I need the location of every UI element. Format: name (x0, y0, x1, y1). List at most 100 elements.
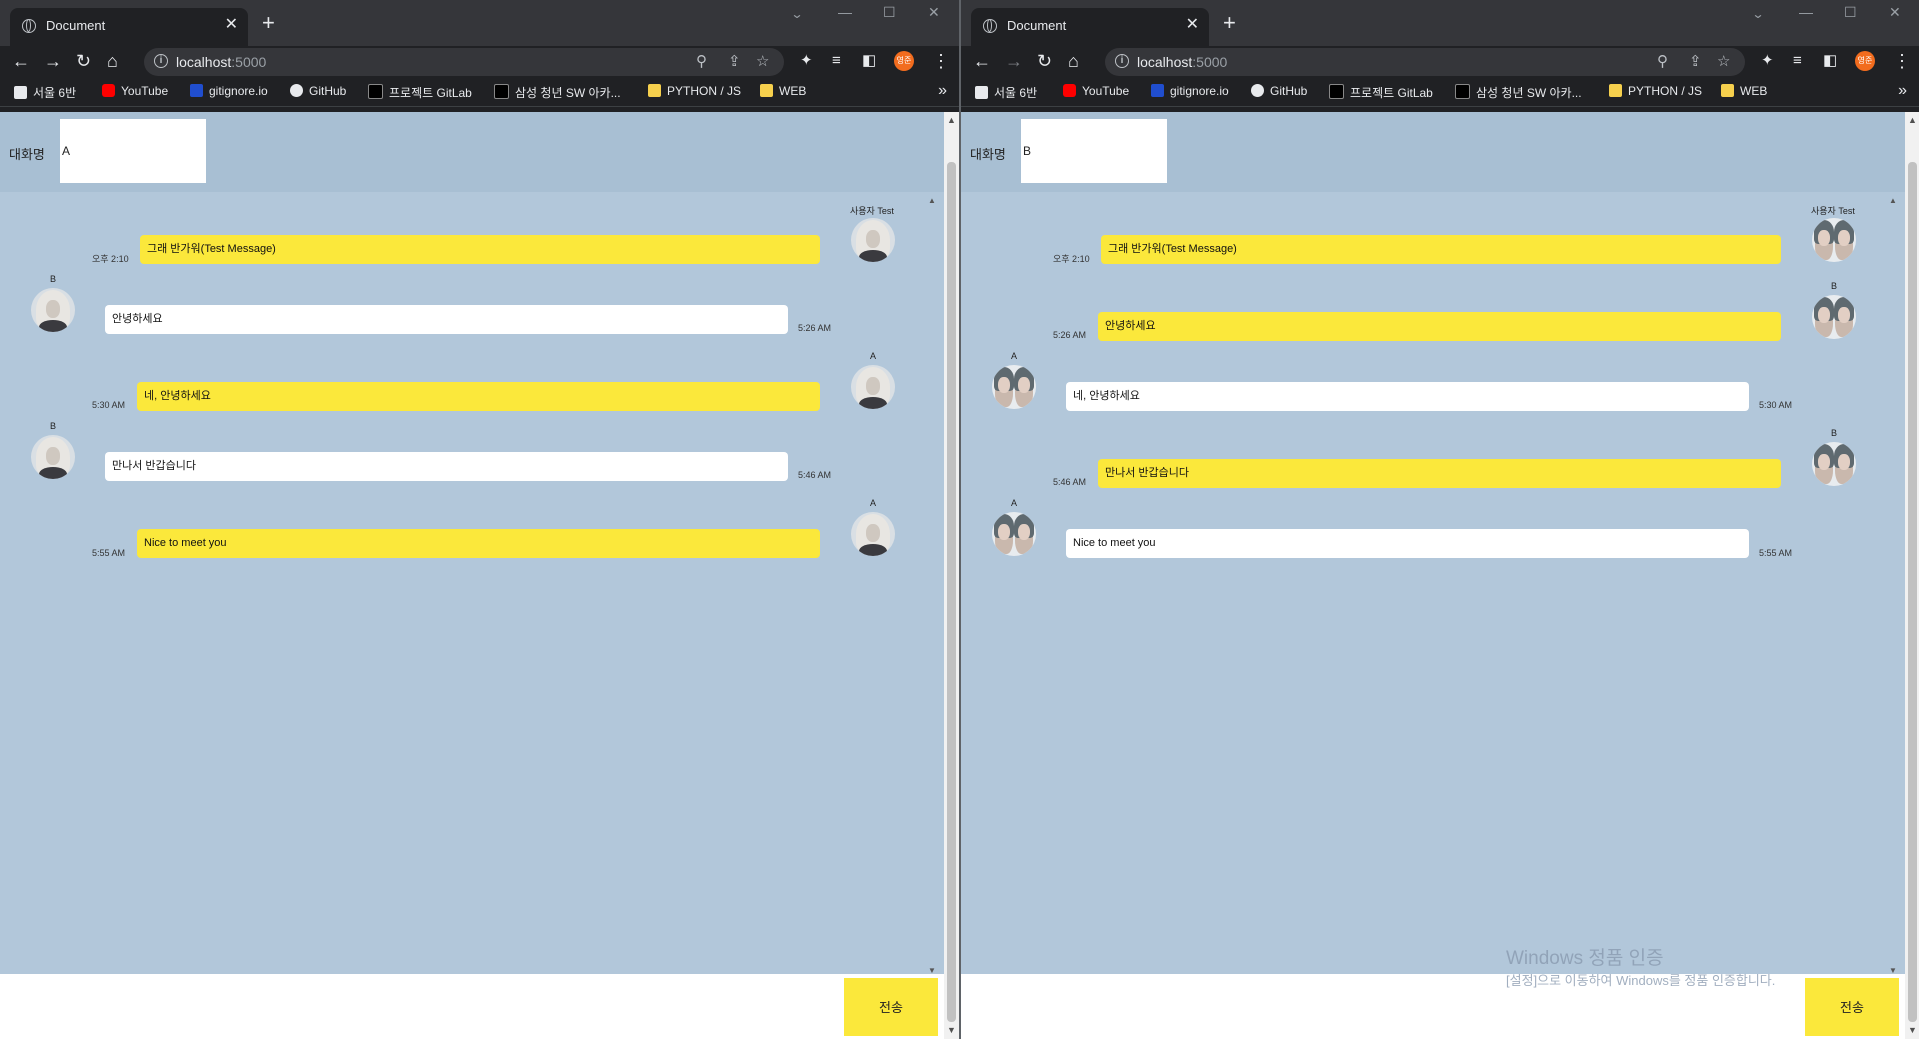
avatar (992, 512, 1036, 556)
samsung-icon (494, 84, 509, 99)
bookmark-gitignore[interactable]: gitignore.io (190, 84, 268, 98)
close-icon[interactable]: ✕ (225, 16, 238, 34)
chat-page: 대화명 A 사용자 Test 그래 반가워(Test Message) 오후 2… (0, 112, 944, 1039)
folder-icon (1609, 84, 1622, 97)
profile-avatar[interactable]: 영준 (1855, 51, 1875, 71)
minimize-button[interactable]: — (1799, 4, 1813, 20)
tab-document[interactable]: Document ✕ (10, 8, 248, 46)
scroll-down-icon[interactable]: ▼ (1908, 1025, 1917, 1035)
bookmark-gitlab[interactable]: 프로젝트 GitLab (1329, 84, 1433, 101)
avatar (31, 435, 75, 479)
nickname-input[interactable]: B (1021, 119, 1167, 183)
bookmark-gitlab[interactable]: 프로젝트 GitLab (368, 84, 472, 101)
bookmark-web[interactable]: WEB (1721, 84, 1767, 98)
send-button[interactable]: 전송 (844, 978, 938, 1036)
side-panel-icon[interactable]: ◧ (1823, 49, 1837, 73)
reload-icon[interactable]: ↻ (76, 49, 91, 73)
minimize-button[interactable]: — (838, 4, 852, 20)
bookmark-youtube[interactable]: YouTube (1063, 84, 1129, 98)
scroll-up-icon[interactable]: ▲ (947, 115, 956, 125)
sender-name: B (1831, 281, 1838, 291)
gitignore-icon (190, 84, 203, 97)
media-icon[interactable]: ≡ (1793, 49, 1802, 73)
bookmark-python[interactable]: PYTHON / JS (1609, 84, 1702, 98)
bookmark-web[interactable]: WEB (760, 84, 806, 98)
scrollbar-thumb[interactable] (947, 162, 956, 1022)
zoom-icon[interactable]: ⚲ (696, 52, 707, 70)
message-scrollbar[interactable]: ▲ ▼ (1887, 196, 1899, 976)
chevron-down-icon[interactable]: ⌄ (1751, 7, 1764, 21)
share-icon[interactable]: ⇪ (1689, 52, 1702, 70)
message-list: 사용자 Test 그래 반가워(Test Message) 오후 2:10 B … (0, 192, 944, 972)
browser-window-b: Document ✕ + ⌄ — ☐ ✕ ← → ↻ ⌂ i localhost… (961, 0, 1919, 1039)
home-icon[interactable]: ⌂ (1068, 49, 1079, 73)
bookmark-gitignore[interactable]: gitignore.io (1151, 84, 1229, 98)
more-bookmarks-icon[interactable]: » (938, 82, 947, 100)
reload-icon[interactable]: ↻ (1037, 49, 1052, 73)
info-icon[interactable]: i (154, 54, 168, 68)
bookmark-github[interactable]: GitHub (1251, 84, 1307, 98)
extensions-icon[interactable]: ✦ (800, 49, 813, 73)
message-time: 5:26 AM (798, 323, 832, 333)
chat-header: 대화명 A (0, 112, 944, 192)
message-scrollbar[interactable]: ▲ ▼ (926, 196, 938, 976)
bookmark-python[interactable]: PYTHON / JS (648, 84, 741, 98)
bookmark-samsung[interactable]: 삼성 청년 SW 아카... (1455, 84, 1582, 101)
forward-arrow-icon[interactable]: → (44, 49, 62, 73)
maximize-button[interactable]: ☐ (883, 4, 896, 21)
bookmark-samsung[interactable]: 삼성 청년 SW 아카... (494, 84, 621, 101)
windows-activation-title: Windows 정품 인증 (1506, 948, 1664, 969)
extensions-icon[interactable]: ✦ (1761, 49, 1774, 73)
chat-footer: 전송 (0, 974, 944, 1039)
scroll-down-icon[interactable]: ▼ (947, 1025, 956, 1035)
tab-title: Document (1007, 18, 1067, 33)
tab-document[interactable]: Document ✕ (971, 8, 1209, 46)
new-tab-button[interactable]: + (1223, 12, 1236, 34)
menu-icon[interactable]: ⋮ (932, 49, 950, 73)
page-scrollbar[interactable]: ▲ ▼ (1905, 112, 1919, 1039)
github-icon (290, 84, 303, 97)
chevron-down-icon[interactable]: ⌄ (790, 7, 803, 21)
profile-avatar[interactable]: 영준 (894, 51, 914, 71)
message-time: 5:30 AM (92, 400, 126, 410)
star-icon[interactable]: ☆ (756, 52, 769, 70)
home-icon[interactable]: ⌂ (107, 49, 118, 73)
maximize-button[interactable]: ☐ (1844, 4, 1857, 21)
side-panel-icon[interactable]: ◧ (862, 49, 876, 73)
avatar (851, 365, 895, 409)
bookmark-youtube[interactable]: YouTube (102, 84, 168, 98)
share-icon[interactable]: ⇪ (728, 52, 741, 70)
scrollbar-thumb[interactable] (1908, 162, 1917, 1022)
sender-name: A (1011, 498, 1018, 508)
address-bar[interactable]: i localhost:5000 ⚲ ⇪ ☆ (144, 48, 784, 76)
info-icon[interactable]: i (1115, 54, 1129, 68)
bookmark-github[interactable]: GitHub (290, 84, 346, 98)
toolbar: ← → ↻ ⌂ i localhost:5000 ⚲ ⇪ ☆ ✦ ≡ ◧ 영준 … (961, 46, 1919, 76)
close-icon[interactable]: ✕ (1186, 16, 1199, 34)
more-bookmarks-icon[interactable]: » (1898, 82, 1907, 100)
back-arrow-icon[interactable]: ← (973, 49, 991, 73)
message-time: 5:55 AM (1759, 548, 1793, 558)
close-window-button[interactable]: ✕ (1889, 4, 1901, 21)
forward-arrow-icon[interactable]: → (1005, 49, 1023, 73)
back-arrow-icon[interactable]: ← (12, 49, 30, 73)
bookmark-seoul[interactable]: 서울 6반 (975, 84, 1037, 101)
scroll-up-icon[interactable]: ▲ (928, 196, 936, 205)
media-icon[interactable]: ≡ (832, 49, 841, 73)
menu-icon[interactable]: ⋮ (1893, 49, 1911, 73)
star-icon[interactable]: ☆ (1717, 52, 1730, 70)
scroll-up-icon[interactable]: ▲ (1889, 196, 1897, 205)
page-scrollbar[interactable]: ▲ ▼ (944, 112, 959, 1039)
nickname-input[interactable]: A (60, 119, 206, 183)
toolbar: ← → ↻ ⌂ i localhost:5000 ⚲ ⇪ ☆ ✦ ≡ ◧ 영준 … (0, 46, 959, 76)
zoom-icon[interactable]: ⚲ (1657, 52, 1668, 70)
address-bar[interactable]: i localhost:5000 ⚲ ⇪ ☆ (1105, 48, 1745, 76)
send-button[interactable]: 전송 (1805, 978, 1899, 1036)
close-window-button[interactable]: ✕ (928, 4, 940, 21)
folder-icon (648, 84, 661, 97)
message-time: 오후 2:10 (92, 254, 129, 264)
bookmark-seoul[interactable]: 서울 6반 (14, 84, 76, 101)
scroll-up-icon[interactable]: ▲ (1908, 115, 1917, 125)
avatar (992, 365, 1036, 409)
new-tab-button[interactable]: + (262, 12, 275, 34)
